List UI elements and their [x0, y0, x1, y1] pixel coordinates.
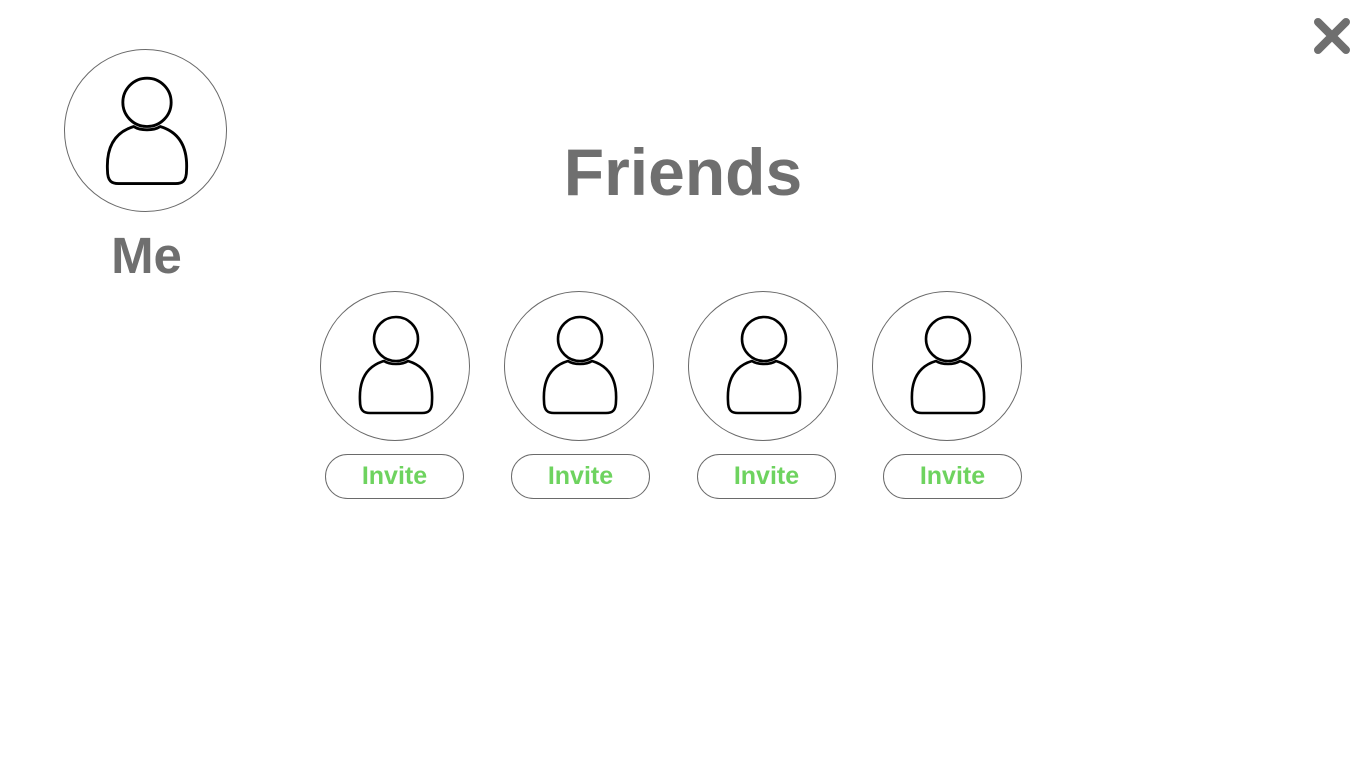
user-icon: [910, 315, 986, 415]
close-icon: [1314, 18, 1350, 54]
user-icon: [358, 315, 434, 415]
invite-button[interactable]: Invite: [325, 454, 464, 499]
friend-card: Invite: [320, 291, 470, 499]
friend-card: Invite: [688, 291, 838, 499]
friend-avatar[interactable]: [320, 291, 470, 441]
user-icon: [542, 315, 618, 415]
friend-avatar[interactable]: [872, 291, 1022, 441]
invite-button[interactable]: Invite: [511, 454, 650, 499]
page-title: Friends: [563, 135, 803, 209]
user-icon: [105, 76, 189, 186]
my-avatar[interactable]: [64, 49, 227, 212]
friends-screen: Me Friends Invite Invite Invite Invite: [0, 0, 1366, 768]
invite-button[interactable]: Invite: [697, 454, 836, 499]
friend-avatar[interactable]: [688, 291, 838, 441]
user-icon: [726, 315, 802, 415]
my-name-label: Me: [111, 227, 182, 284]
friend-card: Invite: [504, 291, 654, 499]
friend-avatar[interactable]: [504, 291, 654, 441]
invite-button[interactable]: Invite: [883, 454, 1022, 499]
friend-card: Invite: [872, 291, 1022, 499]
close-button[interactable]: [1310, 14, 1354, 58]
